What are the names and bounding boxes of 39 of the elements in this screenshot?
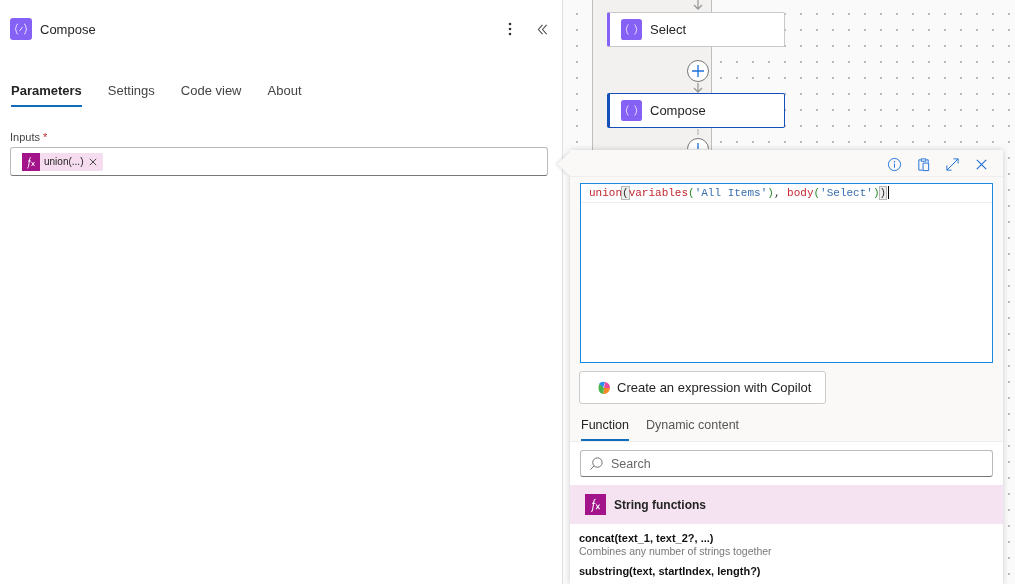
compose-icon <box>10 18 32 40</box>
paste-icon[interactable] <box>916 157 931 172</box>
panel-title: Compose <box>40 21 96 37</box>
more-icon[interactable] <box>508 22 512 36</box>
editor-tab[interactable]: Dynamic content <box>643 412 751 441</box>
expand-icon[interactable] <box>945 157 960 172</box>
remove-icon[interactable] <box>89 157 98 166</box>
close-icon[interactable] <box>974 157 989 172</box>
copilot-button[interactable]: Create an expression with Copilot <box>579 371 827 404</box>
function-description: Combines any number of strings together <box>579 545 773 557</box>
code-line: union(variables('All Items'), body('Select')) <box>581 184 992 203</box>
inputs-label: Inputs <box>10 131 40 143</box>
action-icon <box>621 100 642 121</box>
inputs-field[interactable]: union(...) <box>10 147 548 176</box>
info-icon[interactable] <box>887 157 902 172</box>
function-signature[interactable]: substring(text, startIndex, length?) <box>579 565 1003 577</box>
required-mark: * <box>43 131 48 143</box>
category-header[interactable]: String functions <box>570 485 1003 524</box>
fx-icon <box>22 152 40 171</box>
action-card[interactable]: Compose <box>607 93 785 128</box>
editor-tab[interactable]: Function <box>579 412 640 441</box>
search-icon <box>589 456 604 471</box>
category-label: String functions <box>614 497 706 512</box>
search-field[interactable]: Search <box>580 450 993 477</box>
panel-tab[interactable]: Code view <box>169 77 253 108</box>
add-step-icon[interactable] <box>686 137 710 149</box>
action-icon <box>621 19 642 40</box>
function-signature[interactable]: concat(text_1, text_2?, ...) <box>579 532 1003 544</box>
fx-icon <box>585 494 606 515</box>
connector-arrow <box>692 0 704 10</box>
copilot-icon <box>596 379 612 396</box>
add-step-icon[interactable] <box>686 59 710 93</box>
panel-tab[interactable]: Settings <box>96 77 166 108</box>
panel-tab[interactable]: About <box>256 77 313 108</box>
collapse-icon[interactable] <box>537 23 548 35</box>
expression-input[interactable]: union(variables('All Items'), body('Select')) <box>580 183 993 363</box>
action-card[interactable]: Select <box>607 12 785 47</box>
expression-token[interactable]: union(...) <box>22 152 104 171</box>
panel-tab[interactable]: Parameters <box>10 77 93 108</box>
